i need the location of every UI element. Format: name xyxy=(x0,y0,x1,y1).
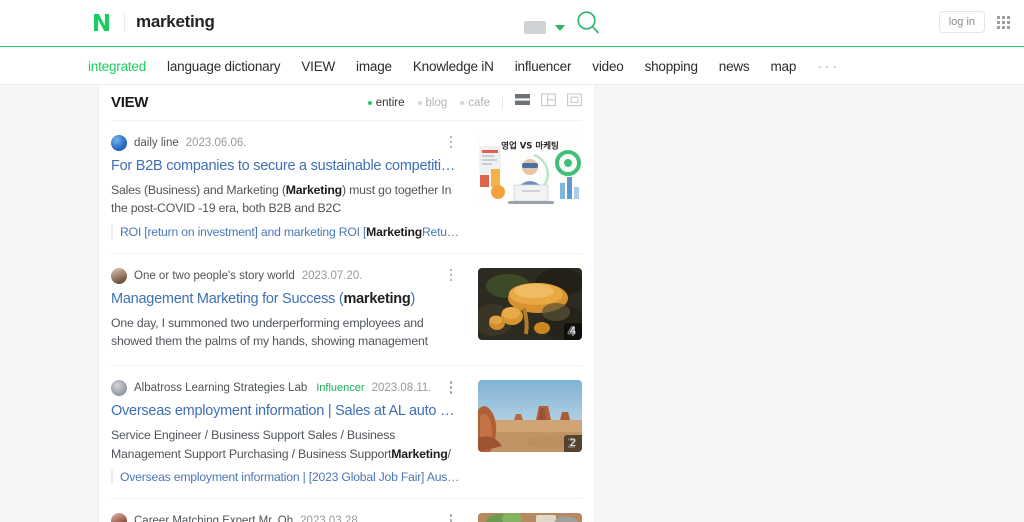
result-date: 2023.07.20. xyxy=(301,269,363,282)
result-meta: One or two people's story world 2023.07.… xyxy=(111,267,460,284)
view-mode-group xyxy=(515,93,582,112)
result-snippet: Service Engineer / Business Support Sale… xyxy=(111,428,451,461)
result-title[interactable]: Overseas employment information | Sales … xyxy=(111,402,460,421)
filter-cafe-label: cafe xyxy=(468,96,490,109)
nav-tab-image[interactable]: image xyxy=(356,59,392,74)
card-view-icon[interactable] xyxy=(541,93,556,112)
filter-dot-icon xyxy=(417,100,422,105)
filter-entire-label: entire xyxy=(375,96,405,109)
controls-divider xyxy=(502,95,503,110)
result-meta: Albatross Learning Strategies Lab Influe… xyxy=(111,379,460,396)
nav-tab-map[interactable]: map xyxy=(770,59,796,74)
header-divider xyxy=(124,14,125,32)
view-section-controls: entire blog cafe xyxy=(367,93,582,112)
source-filter-group: entire blog cafe xyxy=(367,96,490,109)
image-count-badge: 2 xyxy=(563,434,582,453)
result-meta: Career Matching Expert Mr. Oh 2023.03.28… xyxy=(111,512,460,522)
result-title[interactable]: Management Marketing for Success (market… xyxy=(111,290,460,309)
globe-avatar xyxy=(111,134,127,151)
nav-tab-language-dictionary[interactable]: language dictionary xyxy=(167,59,280,74)
filter-blog[interactable]: blog xyxy=(417,96,448,109)
result-options-icon[interactable] xyxy=(444,133,458,151)
woman-avatar xyxy=(111,512,127,522)
page-stage: VIEW entire blog cafe daily line 2023.06… xyxy=(0,85,1024,522)
nav-tab-view[interactable]: VIEW xyxy=(301,59,335,74)
result-options-icon[interactable] xyxy=(444,511,458,522)
apps-grid-icon[interactable] xyxy=(997,15,1010,29)
filter-blog-label: blog xyxy=(425,96,448,109)
login-button[interactable]: log in xyxy=(938,11,985,34)
filter-entire[interactable]: entire xyxy=(367,96,405,109)
result-options-icon[interactable] xyxy=(444,266,458,284)
result-meta: daily line 2023.06.06. xyxy=(111,134,460,151)
mushrooms-photo[interactable]: 4 4 xyxy=(478,268,582,341)
result-related-link[interactable]: Overseas employment information | [2023 … xyxy=(111,470,460,485)
search-query-text[interactable]: marketing xyxy=(136,12,215,32)
result-date: 2023.06.06. xyxy=(185,136,247,149)
result-blog-name[interactable]: Albatross Learning Strategies Lab xyxy=(134,382,307,394)
influencer-badge: Influencer xyxy=(316,381,365,394)
result-options-icon[interactable] xyxy=(444,378,458,396)
result-related-link[interactable]: ROI [return on investment] and marketing… xyxy=(111,225,460,240)
result-blog-name[interactable]: Career Matching Expert Mr. Oh xyxy=(134,515,293,522)
nav-tab-influencer[interactable]: influencer xyxy=(515,59,572,74)
result-date: 2023.08.11. xyxy=(371,381,432,394)
gallery-view-icon[interactable] xyxy=(567,93,582,112)
nav-tab-knowledge-in[interactable]: Knowledge iN xyxy=(413,59,494,74)
search-controls xyxy=(524,8,603,37)
naver-logo[interactable]: N xyxy=(88,11,114,37)
nav-more-icon[interactable]: ··· xyxy=(817,58,840,75)
view-section-title: VIEW xyxy=(111,94,149,111)
gray-avatar xyxy=(111,379,127,396)
filter-dot-icon xyxy=(460,100,465,105)
result-blog-name[interactable]: One or two people's story world xyxy=(134,270,295,282)
search-result-item[interactable]: daily line 2023.06.06. For B2B companies… xyxy=(111,121,582,255)
filter-cafe[interactable]: cafe xyxy=(460,97,490,109)
result-snippet: Sales (Business) and Marketing (Marketin… xyxy=(111,183,452,216)
list-view-icon[interactable] xyxy=(515,93,530,112)
site-header: N marketing log in xyxy=(0,0,1024,47)
nav-tab-integrated[interactable]: integrated xyxy=(88,59,146,74)
search-result-item[interactable]: Albatross Learning Strategies Lab Influe… xyxy=(111,366,582,500)
view-section-header: VIEW entire blog cafe xyxy=(111,85,582,121)
svg-text:영업 VS 마케팅: 영업 VS 마케팅 xyxy=(501,141,559,152)
nav-tab-shopping[interactable]: shopping xyxy=(645,59,698,74)
result-title[interactable]: For B2B companies to secure a sustainabl… xyxy=(111,157,460,176)
desert-landscape-photo[interactable]: 2 2 xyxy=(478,380,582,453)
category-navbar: integrated language dictionary VIEW imag… xyxy=(0,47,1024,85)
filter-dot-icon xyxy=(367,100,372,105)
image-count-badge: 4 xyxy=(563,322,582,341)
view-results-panel: VIEW entire blog cafe daily line 2023.06… xyxy=(98,85,595,522)
result-date: 2023.03.28. xyxy=(300,514,361,522)
result-blog-name[interactable]: daily line xyxy=(134,137,179,149)
category-nav-list: integrated language dictionary VIEW imag… xyxy=(88,47,840,85)
nav-tab-news[interactable]: news xyxy=(719,59,750,74)
search-result-item[interactable]: One or two people's story world 2023.07.… xyxy=(111,254,582,367)
result-snippet: One day, I summoned two underperforming … xyxy=(111,316,428,349)
search-icon[interactable] xyxy=(574,8,603,37)
keyboard-icon[interactable] xyxy=(524,21,546,34)
sales-vs-marketing-illustration[interactable]: 영업 VS 마케팅 xyxy=(478,135,582,207)
nav-tab-video[interactable]: video xyxy=(592,59,623,74)
person-avatar xyxy=(111,267,127,284)
search-result-item[interactable]: Career Matching Expert Mr. Oh 2023.03.28… xyxy=(111,499,582,522)
chevron-down-icon[interactable] xyxy=(555,24,565,31)
performance-management-photo[interactable]: PERFORMANCE MANAGEMENT 5 5 xyxy=(478,513,582,522)
header-actions: log in xyxy=(938,11,1010,34)
